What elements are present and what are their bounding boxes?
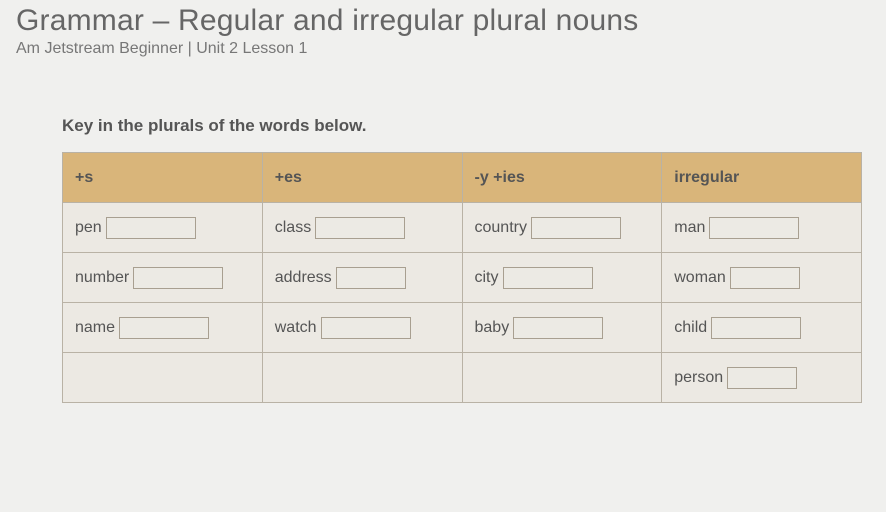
col-header-plus-es: +es: [262, 153, 462, 203]
table-row: name watch baby child: [63, 303, 862, 353]
instruction-text: Key in the plurals of the words below.: [62, 116, 886, 136]
page-title: Grammar – Regular and irregular plural n…: [16, 4, 870, 38]
answer-input-name[interactable]: [119, 317, 209, 339]
answer-input-baby[interactable]: [513, 317, 603, 339]
answer-input-class[interactable]: [315, 217, 405, 239]
cell-man: man: [674, 203, 849, 252]
page-subtitle: Am Jetstream Beginner | Unit 2 Lesson 1: [16, 40, 870, 58]
cell-baby: baby: [475, 303, 650, 352]
exercise-content: Key in the plurals of the words below. +…: [0, 58, 886, 403]
word-label: baby: [475, 319, 510, 337]
answer-input-watch[interactable]: [321, 317, 411, 339]
col-header-y-ies: -y +ies: [462, 153, 662, 203]
answer-input-address[interactable]: [336, 267, 406, 289]
word-label: class: [275, 219, 311, 237]
page-header: Grammar – Regular and irregular plural n…: [0, 0, 886, 58]
cell-empty: [63, 353, 263, 403]
word-label: city: [475, 269, 499, 287]
cell-class: class: [275, 203, 450, 252]
cell-child: child: [674, 303, 849, 352]
word-label: person: [674, 369, 723, 387]
answer-input-child[interactable]: [711, 317, 801, 339]
cell-pen: pen: [75, 203, 250, 252]
table-row: person: [63, 353, 862, 403]
cell-address: address: [275, 253, 450, 302]
table-row: pen class country man: [63, 203, 862, 253]
word-label: address: [275, 269, 332, 287]
plurals-table: +s +es -y +ies irregular pen class count…: [62, 152, 862, 403]
cell-empty: [262, 353, 462, 403]
cell-number: number: [75, 253, 250, 302]
cell-empty: [462, 353, 662, 403]
answer-input-woman[interactable]: [730, 267, 800, 289]
answer-input-number[interactable]: [133, 267, 223, 289]
col-header-plus-s: +s: [63, 153, 263, 203]
table-header-row: +s +es -y +ies irregular: [63, 153, 862, 203]
answer-input-man[interactable]: [709, 217, 799, 239]
word-label: man: [674, 219, 705, 237]
answer-input-city[interactable]: [503, 267, 593, 289]
word-label: pen: [75, 219, 102, 237]
cell-city: city: [475, 253, 650, 302]
cell-person: person: [674, 353, 849, 402]
answer-input-country[interactable]: [531, 217, 621, 239]
word-label: watch: [275, 319, 317, 337]
word-label: child: [674, 319, 707, 337]
word-label: woman: [674, 269, 726, 287]
answer-input-person[interactable]: [727, 367, 797, 389]
cell-name: name: [75, 303, 250, 352]
cell-watch: watch: [275, 303, 450, 352]
answer-input-pen[interactable]: [106, 217, 196, 239]
word-label: name: [75, 319, 115, 337]
cell-woman: woman: [674, 253, 849, 302]
cell-country: country: [475, 203, 650, 252]
word-label: number: [75, 269, 129, 287]
table-row: number address city woman: [63, 253, 862, 303]
col-header-irregular: irregular: [662, 153, 862, 203]
word-label: country: [475, 219, 527, 237]
